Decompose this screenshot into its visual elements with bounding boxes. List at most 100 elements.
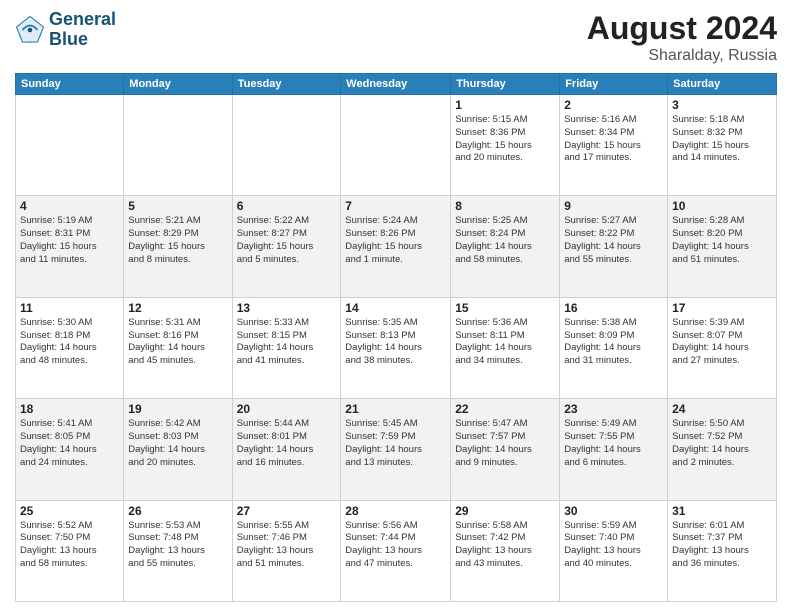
day-info-14: Sunrise: 5:35 AM Sunset: 8:13 PM Dayligh… [345,317,446,368]
day-info-22: Sunrise: 5:47 AM Sunset: 7:57 PM Dayligh… [455,418,555,469]
cell-1-0: 4 Sunrise: 5:19 AM Sunset: 8:31 PM Daylig… [16,196,124,297]
day-number-27: 27 [237,504,337,518]
week-row-2: 11 Sunrise: 5:30 AM Sunset: 8:18 PM Dayli… [16,297,777,398]
day-number-30: 30 [564,504,663,518]
day-info-4: Sunrise: 5:19 AM Sunset: 8:31 PM Dayligh… [20,215,119,266]
day-number-9: 9 [564,199,663,213]
cell-0-5: 2 Sunrise: 5:16 AM Sunset: 8:34 PM Daylig… [560,95,668,196]
day-number-14: 14 [345,301,446,315]
cell-2-1: 12 Sunrise: 5:31 AM Sunset: 8:16 PM Dayli… [124,297,232,398]
day-number-12: 12 [128,301,227,315]
day-number-15: 15 [455,301,555,315]
day-info-2: Sunrise: 5:16 AM Sunset: 8:34 PM Dayligh… [564,114,663,165]
day-number-7: 7 [345,199,446,213]
cell-1-6: 10Sunrise: 5:28 AM Sunset: 8:20 PM Dayli… [668,196,777,297]
cell-0-6: 3 Sunrise: 5:18 AM Sunset: 8:32 PM Daylig… [668,95,777,196]
day-info-3: Sunrise: 5:18 AM Sunset: 8:32 PM Dayligh… [672,114,772,165]
header-sunday: Sunday [16,74,124,95]
day-info-18: Sunrise: 5:41 AM Sunset: 8:05 PM Dayligh… [20,418,119,469]
day-info-12: Sunrise: 5:31 AM Sunset: 8:16 PM Dayligh… [128,317,227,368]
cell-3-5: 23 Sunrise: 5:49 AM Sunset: 7:55 PM Dayli… [560,399,668,500]
header-monday: Monday [124,74,232,95]
day-info-28: Sunrise: 5:56 AM Sunset: 7:44 PM Dayligh… [345,520,446,571]
day-number-31: 31 [672,504,772,518]
day-number-1: 1 [455,98,555,112]
cell-2-0: 11 Sunrise: 5:30 AM Sunset: 8:18 PM Dayli… [16,297,124,398]
cell-2-6: 17 Sunrise: 5:39 AM Sunset: 8:07 PM Dayli… [668,297,777,398]
month-title: August 2024 [587,10,777,47]
day-number-13: 13 [237,301,337,315]
week-row-1: 4 Sunrise: 5:19 AM Sunset: 8:31 PM Daylig… [16,196,777,297]
logo-line2: Blue [49,30,116,50]
cell-3-4: 22Sunrise: 5:47 AM Sunset: 7:57 PM Dayli… [451,399,560,500]
cell-3-2: 20 Sunrise: 5:44 AM Sunset: 8:01 PM Dayli… [232,399,341,500]
cell-1-3: 7Sunrise: 5:24 AM Sunset: 8:26 PM Daylig… [341,196,451,297]
day-info-16: Sunrise: 5:38 AM Sunset: 8:09 PM Dayligh… [564,317,663,368]
day-number-5: 5 [128,199,227,213]
calendar-header: Sunday Monday Tuesday Wednesday Thursday… [16,74,777,95]
day-info-11: Sunrise: 5:30 AM Sunset: 8:18 PM Dayligh… [20,317,119,368]
week-row-0: 1 Sunrise: 5:15 AM Sunset: 8:36 PM Daylig… [16,95,777,196]
day-number-11: 11 [20,301,119,315]
header-wednesday: Wednesday [341,74,451,95]
day-info-30: Sunrise: 5:59 AM Sunset: 7:40 PM Dayligh… [564,520,663,571]
day-number-19: 19 [128,402,227,416]
day-info-15: Sunrise: 5:36 AM Sunset: 8:11 PM Dayligh… [455,317,555,368]
cell-0-2 [232,95,341,196]
page: General Blue August 2024 Sharalday, Russ… [0,0,792,612]
header-row: Sunday Monday Tuesday Wednesday Thursday… [16,74,777,95]
day-info-20: Sunrise: 5:44 AM Sunset: 8:01 PM Dayligh… [237,418,337,469]
cell-1-2: 6 Sunrise: 5:22 AM Sunset: 8:27 PM Daylig… [232,196,341,297]
day-number-26: 26 [128,504,227,518]
day-number-20: 20 [237,402,337,416]
week-row-3: 18 Sunrise: 5:41 AM Sunset: 8:05 PM Dayli… [16,399,777,500]
cell-4-2: 27 Sunrise: 5:55 AM Sunset: 7:46 PM Dayli… [232,500,341,601]
day-info-5: Sunrise: 5:21 AM Sunset: 8:29 PM Dayligh… [128,215,227,266]
day-info-6: Sunrise: 5:22 AM Sunset: 8:27 PM Dayligh… [237,215,337,266]
day-number-25: 25 [20,504,119,518]
day-info-27: Sunrise: 5:55 AM Sunset: 7:46 PM Dayligh… [237,520,337,571]
day-info-9: Sunrise: 5:27 AM Sunset: 8:22 PM Dayligh… [564,215,663,266]
logo: General Blue [15,10,116,50]
header: General Blue August 2024 Sharalday, Russ… [15,10,777,65]
cell-2-5: 16 Sunrise: 5:38 AM Sunset: 8:09 PM Dayli… [560,297,668,398]
cell-3-3: 21Sunrise: 5:45 AM Sunset: 7:59 PM Dayli… [341,399,451,500]
day-number-6: 6 [237,199,337,213]
day-info-8: Sunrise: 5:25 AM Sunset: 8:24 PM Dayligh… [455,215,555,266]
day-number-3: 3 [672,98,772,112]
day-info-23: Sunrise: 5:49 AM Sunset: 7:55 PM Dayligh… [564,418,663,469]
day-number-8: 8 [455,199,555,213]
day-number-16: 16 [564,301,663,315]
header-tuesday: Tuesday [232,74,341,95]
cell-0-3 [341,95,451,196]
day-number-4: 4 [20,199,119,213]
day-info-31: Sunrise: 6:01 AM Sunset: 7:37 PM Dayligh… [672,520,772,571]
day-number-28: 28 [345,504,446,518]
week-row-4: 25Sunrise: 5:52 AM Sunset: 7:50 PM Dayli… [16,500,777,601]
cell-4-1: 26 Sunrise: 5:53 AM Sunset: 7:48 PM Dayli… [124,500,232,601]
location: Sharalday, Russia [587,47,777,65]
day-number-2: 2 [564,98,663,112]
day-info-29: Sunrise: 5:58 AM Sunset: 7:42 PM Dayligh… [455,520,555,571]
cell-3-0: 18 Sunrise: 5:41 AM Sunset: 8:05 PM Dayli… [16,399,124,500]
calendar-table: Sunday Monday Tuesday Wednesday Thursday… [15,73,777,602]
cell-0-1 [124,95,232,196]
cell-3-1: 19Sunrise: 5:42 AM Sunset: 8:03 PM Dayli… [124,399,232,500]
cell-4-4: 29Sunrise: 5:58 AM Sunset: 7:42 PM Dayli… [451,500,560,601]
day-number-17: 17 [672,301,772,315]
title-block: August 2024 Sharalday, Russia [587,10,777,65]
cell-1-1: 5 Sunrise: 5:21 AM Sunset: 8:29 PM Daylig… [124,196,232,297]
day-info-10: Sunrise: 5:28 AM Sunset: 8:20 PM Dayligh… [672,215,772,266]
day-number-23: 23 [564,402,663,416]
day-info-26: Sunrise: 5:53 AM Sunset: 7:48 PM Dayligh… [128,520,227,571]
header-thursday: Thursday [451,74,560,95]
logo-line1: General [49,10,116,30]
cell-4-3: 28 Sunrise: 5:56 AM Sunset: 7:44 PM Dayli… [341,500,451,601]
logo-text: General Blue [49,10,116,50]
day-info-17: Sunrise: 5:39 AM Sunset: 8:07 PM Dayligh… [672,317,772,368]
day-info-21: Sunrise: 5:45 AM Sunset: 7:59 PM Dayligh… [345,418,446,469]
day-number-18: 18 [20,402,119,416]
cell-4-0: 25Sunrise: 5:52 AM Sunset: 7:50 PM Dayli… [16,500,124,601]
cell-2-3: 14 Sunrise: 5:35 AM Sunset: 8:13 PM Dayli… [341,297,451,398]
day-info-1: Sunrise: 5:15 AM Sunset: 8:36 PM Dayligh… [455,114,555,165]
